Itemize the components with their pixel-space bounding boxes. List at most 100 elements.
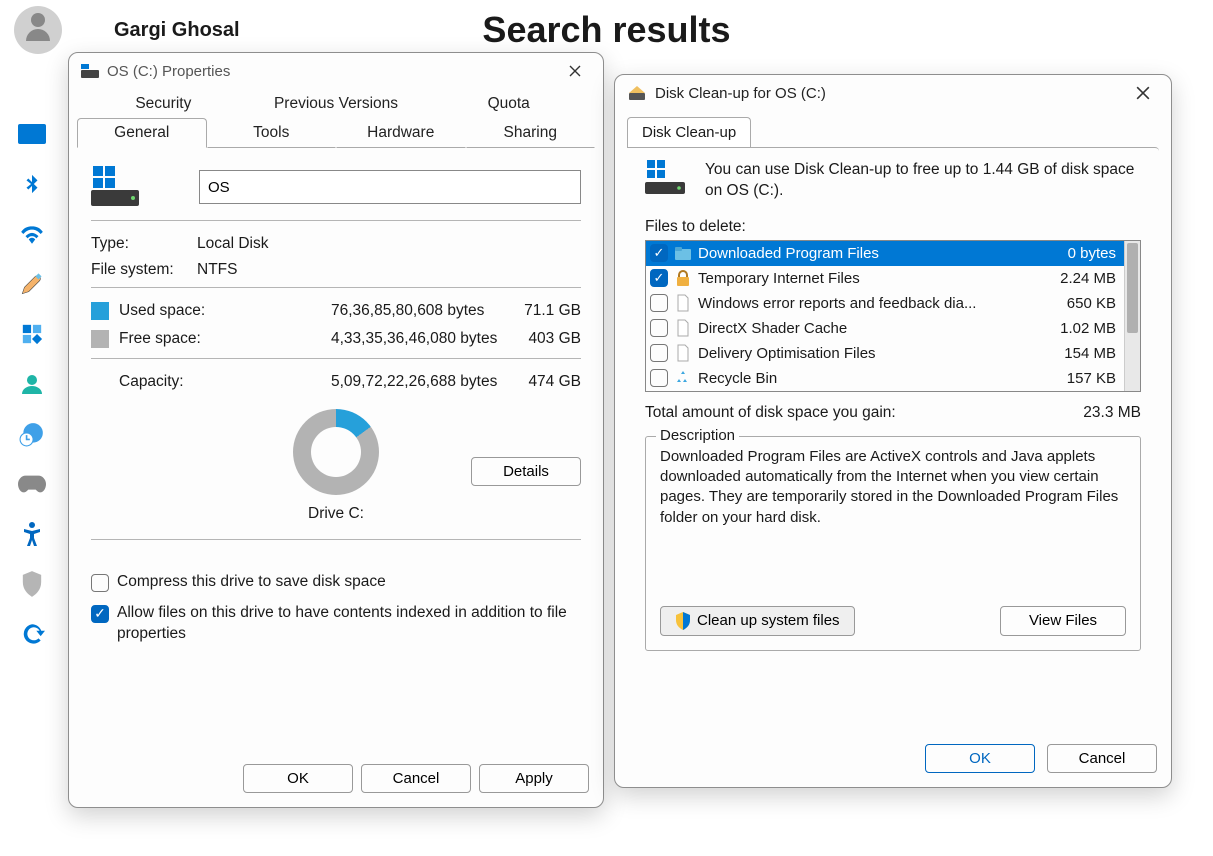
file-item-size: 0 bytes [1068,245,1118,262]
username: Gargi Ghosal [114,19,240,42]
file-item-icon [674,319,692,337]
rail-system-icon[interactable] [18,120,46,148]
tabs-row-bottom: General Tools Hardware Sharing [77,118,595,148]
file-item-checkbox[interactable] [650,319,668,337]
free-bytes: 4,33,35,36,46,080 bytes [331,330,511,348]
compress-label: Compress this drive to save disk space [117,572,386,593]
capacity-label: Capacity: [119,373,331,391]
properties-cancel-button[interactable]: Cancel [361,764,471,793]
file-item-checkbox[interactable] [650,344,668,362]
type-value: Local Disk [197,235,269,253]
used-swatch [91,302,109,320]
file-item-name: Recycle Bin [698,370,1067,387]
capacity-gb: 474 GB [511,373,581,391]
file-item-icon [674,269,692,287]
description-text: Downloaded Program Files are ActiveX con… [660,447,1126,528]
view-files-button[interactable]: View Files [1000,606,1126,636]
type-label: Type: [91,235,197,253]
rail-personalization-icon[interactable] [18,270,46,298]
properties-titlebar[interactable]: OS (C:) Properties [69,53,603,89]
rail-accessibility-icon[interactable] [18,520,46,548]
settings-nav-rail [0,120,64,648]
clean-system-files-button[interactable]: Clean up system files [660,606,855,636]
disk-cleanup-dialog: Disk Clean-up for OS (C:) Disk Clean-up … [614,74,1172,788]
file-item[interactable]: Delivery Optimisation Files154 MB [646,341,1124,366]
drive-large-icon [91,166,139,208]
free-swatch [91,330,109,348]
file-item-size: 1.02 MB [1060,320,1118,337]
properties-apply-button[interactable]: Apply [479,764,589,793]
tab-security[interactable]: Security [77,89,250,118]
file-item[interactable]: Windows error reports and feedback dia..… [646,291,1124,316]
drive-name-input[interactable] [199,170,581,204]
rail-gaming-icon[interactable] [18,470,46,498]
properties-close-button[interactable] [553,57,597,85]
shield-icon [675,612,691,630]
tab-sharing[interactable]: Sharing [466,118,596,148]
file-item-checkbox[interactable] [650,269,668,287]
rail-update-icon[interactable] [18,620,46,648]
filesystem-label: File system: [91,261,197,279]
compress-checkbox[interactable] [91,574,109,592]
clean-system-files-label: Clean up system files [697,612,840,629]
file-item-size: 2.24 MB [1060,270,1118,287]
cleanup-icon [627,85,647,101]
cleanup-close-button[interactable] [1121,79,1165,107]
rail-privacy-icon[interactable] [18,570,46,598]
tabs-row-top: Security Previous Versions Quota [77,89,595,118]
cleanup-ok-button[interactable]: OK [925,744,1035,773]
rail-bluetooth-icon[interactable] [18,170,46,198]
used-bytes: 76,36,85,80,608 bytes [331,302,511,320]
tab-previous-versions[interactable]: Previous Versions [250,89,423,118]
file-item-name: Downloaded Program Files [698,245,1068,262]
file-item-icon [674,369,692,387]
cleanup-drive-icon [645,160,685,196]
file-item-icon [674,244,692,262]
tab-general[interactable]: General [77,118,207,148]
file-item[interactable]: Downloaded Program Files0 bytes [646,241,1124,266]
cleanup-cancel-button[interactable]: Cancel [1047,744,1157,773]
page-title: Search results [482,9,730,51]
file-item-checkbox[interactable] [650,244,668,262]
file-item-name: Temporary Internet Files [698,270,1060,287]
cleanup-tab[interactable]: Disk Clean-up [627,117,751,148]
user-avatar[interactable] [14,6,62,54]
filesystem-value: NTFS [197,261,237,279]
file-item-checkbox[interactable] [650,294,668,312]
used-label: Used space: [119,302,331,320]
file-item[interactable]: Recycle Bin157 KB [646,366,1124,391]
rail-wifi-icon[interactable] [18,220,46,248]
properties-dialog: OS (C:) Properties Security Previous Ver… [68,52,604,808]
file-item-name: Windows error reports and feedback dia..… [698,295,1067,312]
index-checkbox[interactable] [91,605,109,623]
tab-tools[interactable]: Tools [207,118,337,148]
rail-time-language-icon[interactable] [18,420,46,448]
description-legend: Description [656,427,739,444]
cleanup-titlebar[interactable]: Disk Clean-up for OS (C:) [615,75,1171,111]
capacity-donut-chart [293,409,379,495]
drive-caption: Drive C: [308,505,364,523]
file-item-size: 154 MB [1064,345,1118,362]
cleanup-headline: You can use Disk Clean-up to free up to … [705,160,1141,202]
total-gain-value: 23.3 MB [1083,404,1141,422]
file-item-name: Delivery Optimisation Files [698,345,1064,362]
files-to-delete-label: Files to delete: [645,218,1141,236]
index-label: Allow files on this drive to have conten… [117,603,581,645]
total-gain-label: Total amount of disk space you gain: [645,404,1083,422]
rail-apps-icon[interactable] [18,320,46,348]
drive-icon [81,64,99,78]
tab-quota[interactable]: Quota [422,89,595,118]
tab-hardware[interactable]: Hardware [336,118,466,148]
properties-title: OS (C:) Properties [107,63,553,80]
rail-accounts-icon[interactable] [18,370,46,398]
file-item[interactable]: DirectX Shader Cache1.02 MB [646,316,1124,341]
used-gb: 71.1 GB [511,302,581,320]
file-item[interactable]: Temporary Internet Files2.24 MB [646,266,1124,291]
file-item-checkbox[interactable] [650,369,668,387]
file-item-icon [674,344,692,362]
details-button[interactable]: Details [471,457,581,486]
properties-ok-button[interactable]: OK [243,764,353,793]
file-list-scrollbar[interactable] [1124,241,1140,391]
free-gb: 403 GB [511,330,581,348]
file-item-name: DirectX Shader Cache [698,320,1060,337]
